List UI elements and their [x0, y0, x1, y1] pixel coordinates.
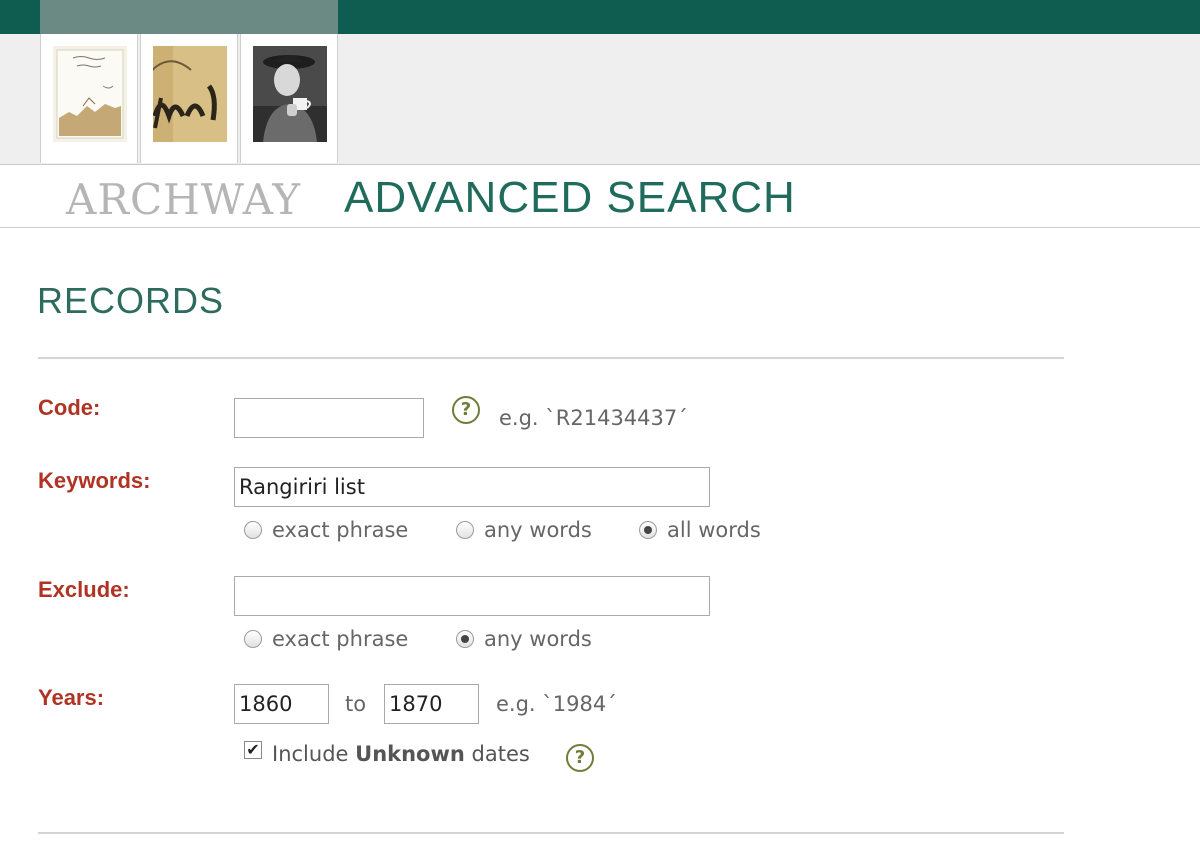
unknown-suffix-text: dates — [471, 742, 530, 766]
keywords-option-exact-phrase[interactable]: exact phrase — [244, 518, 408, 542]
unknown-bold-text: Unknown — [355, 742, 465, 766]
radio-label: all words — [667, 518, 761, 542]
portrait-photo-image — [253, 46, 327, 142]
divider-bottom — [38, 832, 1064, 834]
code-help-icon[interactable]: ? — [452, 396, 480, 424]
radio-button-selected[interactable] — [456, 630, 474, 648]
unknown-dates-help-icon[interactable]: ? — [566, 744, 594, 772]
top-bar-tab-strip — [40, 0, 338, 34]
code-hint: e.g. `R21434437´ — [499, 406, 688, 430]
year-to-label: to — [345, 692, 367, 716]
top-bar — [0, 0, 1200, 34]
years-label: Years: — [38, 685, 105, 710]
site-logo-text: ARCHWAY — [66, 175, 302, 224]
exclude-input[interactable] — [234, 576, 710, 616]
code-label: Code: — [38, 395, 101, 420]
thumbnail-manuscript-map[interactable] — [40, 34, 138, 163]
section-title: RECORDS — [37, 280, 225, 321]
radio-label: any words — [484, 627, 592, 651]
manuscript-map-image — [53, 46, 127, 142]
radio-button-selected[interactable] — [639, 521, 657, 539]
radio-label: any words — [484, 518, 592, 542]
radio-button[interactable] — [244, 521, 262, 539]
exclude-option-any-words[interactable]: any words — [456, 627, 592, 651]
years-hint: e.g. `1984´ — [496, 692, 617, 716]
exclude-label: Exclude: — [38, 577, 130, 602]
year-to-input[interactable]: 1870 — [384, 684, 479, 724]
radio-label: exact phrase — [272, 518, 409, 542]
include-unknown-dates-checkbox[interactable]: ✔ — [244, 741, 262, 759]
unknown-prefix-text: Include — [272, 742, 349, 766]
divider-top — [38, 357, 1064, 359]
handwriting-image — [153, 46, 227, 142]
keywords-label: Keywords: — [38, 468, 151, 493]
thumbnail-portrait-photo[interactable] — [240, 34, 338, 163]
header-banner — [0, 34, 1200, 165]
page-header: ARCHWAY ADVANCED SEARCH — [0, 165, 1200, 228]
include-unknown-dates-label: Include Unknown dates — [272, 742, 530, 766]
exclude-option-exact-phrase[interactable]: exact phrase — [244, 627, 408, 651]
radio-button[interactable] — [244, 630, 262, 648]
keywords-option-any-words[interactable]: any words — [456, 518, 592, 542]
code-input[interactable] — [234, 398, 424, 438]
year-from-input[interactable]: 1860 — [234, 684, 329, 724]
keywords-input[interactable]: Rangiriri list — [234, 467, 710, 507]
radio-label: exact phrase — [272, 627, 409, 651]
thumbnail-handwriting[interactable] — [140, 34, 238, 163]
page-title: ADVANCED SEARCH — [344, 173, 796, 222]
radio-button[interactable] — [456, 521, 474, 539]
keywords-option-all-words[interactable]: all words — [639, 518, 761, 542]
